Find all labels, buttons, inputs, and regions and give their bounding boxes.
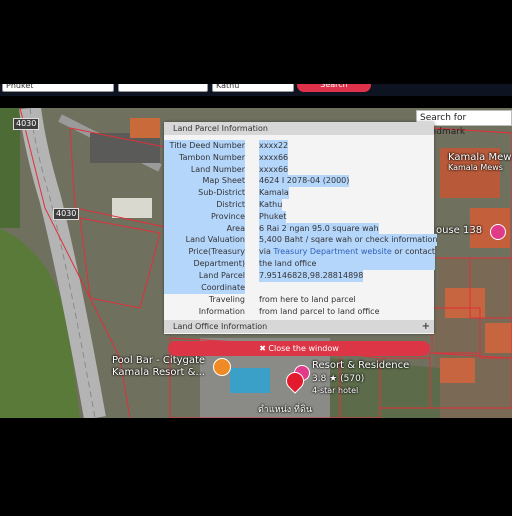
info-row: Land Valuation 5,400 Baht / sqare wah or …	[164, 234, 438, 247]
coordinate-row: Land Parcel Coordinate 7.95146828,98.2881…	[164, 270, 434, 294]
info-row-value: xxxx66	[259, 163, 289, 176]
info-row-label: Title Deed Number	[164, 140, 245, 152]
info-row-value: Kamala	[259, 187, 289, 199]
expand-plus-icon[interactable]: +	[422, 320, 430, 333]
bar-pin-icon[interactable]	[213, 358, 231, 376]
close-window-button[interactable]: ✖ Close the window	[168, 341, 430, 356]
info-row: District Kathu	[164, 199, 434, 211]
info-row-label: Area	[164, 222, 245, 235]
info-row: Land Number xxxx66	[164, 163, 434, 176]
info-row-label: Province	[164, 210, 245, 223]
poi-rating: 3.8 ★ (570)	[312, 374, 365, 384]
info-row: Province Phuket	[164, 210, 434, 223]
treasury-link[interactable]: Treasury Department website	[273, 247, 391, 256]
price-label: Price(Treasury Department)	[164, 246, 245, 270]
info-row-value: Kathu	[259, 199, 283, 211]
road-number-badge: 4030	[53, 208, 80, 220]
info-row-value: xxxx22	[259, 140, 289, 152]
travel-row: Traveling Information from here to land …	[164, 294, 434, 316]
directions-to-office-link[interactable]: from land parcel to land office	[259, 306, 380, 318]
province-select[interactable]: Phuket	[2, 84, 114, 92]
info-row-value: Phuket	[259, 210, 287, 223]
section-header-land-parcel[interactable]: Land Parcel Information	[164, 122, 434, 135]
poi-hotel-class: 4-star hotel	[312, 386, 359, 395]
info-row-label: Sub-District	[164, 187, 245, 199]
info-row: Sub-District Kamala	[164, 187, 434, 199]
info-row: Tambon Number xxxx66	[164, 151, 434, 164]
price-value: via Treasury Department website or conta…	[259, 246, 436, 270]
info-row: Title Deed Number xxxx22	[164, 140, 434, 152]
marker-label: ตำแหน่ง ที่ดิน	[258, 405, 312, 415]
district-select[interactable]	[118, 84, 208, 92]
price-row: Price(Treasury Department) via Treasury D…	[164, 246, 436, 270]
info-row-label: Map Sheet	[164, 175, 245, 188]
info-row-value: 5,400 Baht / sqare wah or check informat…	[259, 234, 438, 247]
info-row-value: 4624 I 2078-04 (2000)	[259, 175, 350, 188]
land-parcel-popup: Land Parcel Information Title Deed Numbe…	[164, 122, 438, 334]
directions-to-parcel-link[interactable]: from here to land parcel	[259, 294, 356, 306]
info-row: Area 6 Rai 2 ngan 95.0 square wah	[164, 222, 434, 235]
coordinate-link[interactable]: 7.95146828,98.28814898	[259, 270, 364, 282]
info-row-value: 6 Rai 2 ngan 95.0 square wah	[259, 222, 379, 235]
info-row-value: xxxx66	[259, 151, 289, 164]
section-header-land-office[interactable]: Land Office Information +	[164, 320, 434, 333]
search-button[interactable]: Search	[297, 84, 371, 92]
subdistrict-select[interactable]: Kathu	[212, 84, 294, 92]
search-toolbar: Phuket Kathu Search	[0, 84, 512, 96]
info-row: Map Sheet 4624 I 2078-04 (2000)	[164, 175, 434, 188]
poi-label[interactable]: Kamala Mew	[448, 152, 511, 163]
info-row-label: District	[164, 199, 245, 211]
poi-label: Kamala Resort &...	[112, 367, 205, 378]
coordinate-label: Land Parcel Coordinate	[164, 270, 245, 294]
info-row-label: Tambon Number	[164, 151, 245, 164]
hotel-pin-icon[interactable]	[490, 224, 506, 240]
poi-label[interactable]: ouse 138	[436, 225, 482, 236]
info-row-label: Land Number	[164, 163, 245, 176]
travel-row-2: from land parcel to land office	[164, 306, 434, 318]
info-row-label: Land Valuation	[164, 234, 245, 247]
poi-label[interactable]: Pool Bar - Citygate	[112, 355, 205, 366]
poi-label: Kamala Mews	[448, 163, 503, 172]
poi-label[interactable]: Resort & Residence	[312, 360, 409, 371]
road-number-badge: 4030	[13, 118, 40, 130]
